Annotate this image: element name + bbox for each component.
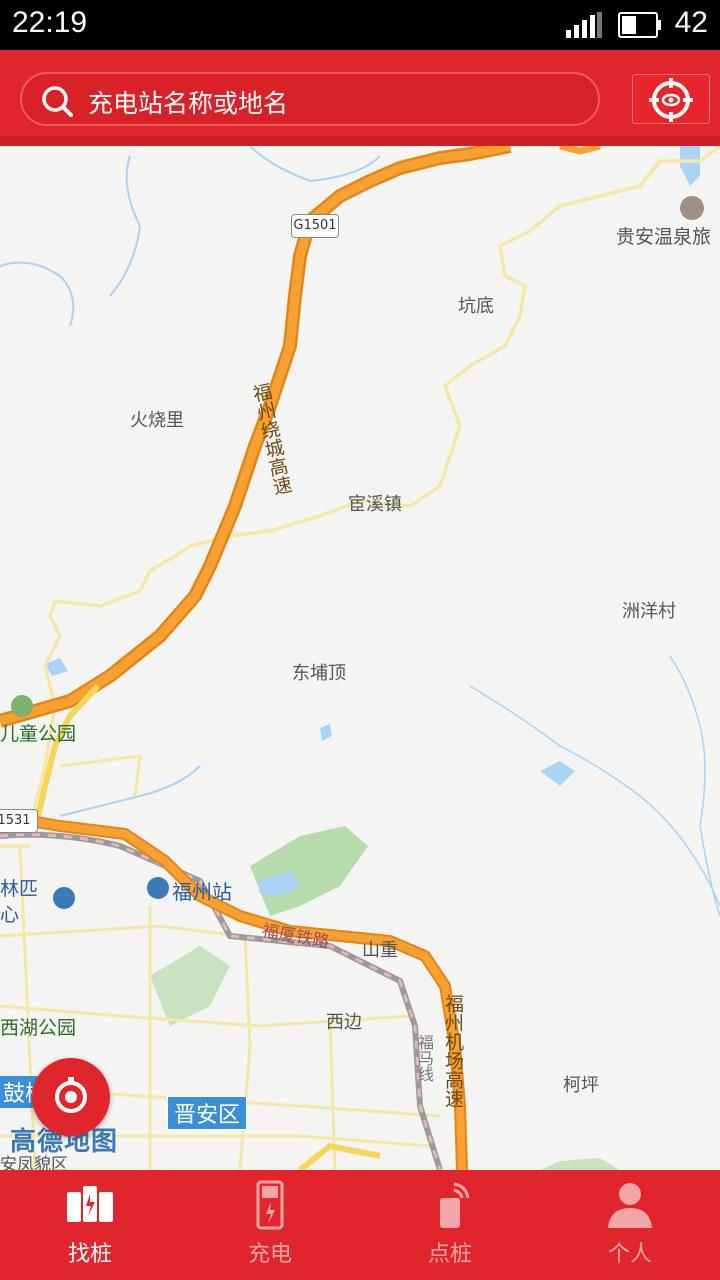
district-label: 晋安区: [167, 1096, 248, 1130]
map-label: 西边: [326, 1012, 362, 1033]
top-bar: 充电站名称或地名: [0, 50, 720, 146]
map-label: 福州站: [172, 880, 232, 904]
map-label: 山重: [362, 940, 398, 961]
search-icon: [42, 86, 73, 117]
road-label: 福州机场高速: [442, 994, 464, 1108]
tab-person[interactable]: 个人: [540, 1170, 720, 1280]
status-bar: 22:19 42: [0, 0, 720, 50]
tab-label: 个人: [607, 1242, 652, 1267]
tab-label: 点桩: [427, 1242, 472, 1267]
shield-text: 1531: [0, 813, 31, 828]
map-label: 贵安温泉旅: [616, 226, 712, 248]
find-pile-icon: [67, 1186, 113, 1222]
tab-point-pile[interactable]: 点桩: [360, 1170, 540, 1280]
clock: 22:19: [12, 6, 88, 39]
map-label: 心: [0, 904, 20, 926]
tab-label: 找桩: [67, 1242, 112, 1267]
header-divider: [0, 136, 720, 146]
scan-button[interactable]: [32, 1058, 110, 1136]
map-label: 林匹: [0, 878, 39, 900]
map-label: 东埔顶: [292, 663, 346, 684]
signal-icon: [566, 12, 602, 38]
tab-find-pile[interactable]: 找桩: [0, 1170, 180, 1280]
point-pile-icon: [440, 1182, 470, 1228]
tab-label: 充电: [247, 1242, 292, 1267]
highway-shield: G1501: [291, 214, 339, 238]
battery-icon: [618, 12, 661, 38]
map-label: 柯坪: [563, 1075, 599, 1096]
tab-charging[interactable]: 充电: [180, 1170, 360, 1280]
highway-shield: 1531: [0, 809, 38, 833]
search-bar[interactable]: 充电站名称或地名: [20, 72, 600, 126]
locate-button[interactable]: [632, 74, 710, 124]
map-label: 儿童公园: [0, 723, 77, 745]
search-placeholder: 充电站名称或地名: [88, 89, 289, 118]
shield-text: G1501: [293, 218, 337, 233]
target-icon: [649, 78, 693, 122]
road-label: 福马线: [415, 1034, 434, 1082]
bottom-tab-bar: 找桩 充电 点桩 个人: [0, 1170, 720, 1280]
map-label: 火烧里: [130, 410, 184, 431]
map-label: 坑底: [458, 296, 494, 317]
map-label: 西湖公园: [0, 1017, 77, 1039]
person-icon: [608, 1183, 652, 1228]
charging-icon: [256, 1180, 284, 1230]
map-label: 宦溪镇: [348, 494, 402, 515]
map-view[interactable]: G1501 1531 贵安温泉旅 坑底 火烧里 宦溪镇 洲洋村 东埔顶 儿童公园…: [0, 146, 720, 1170]
battery-level: 42: [674, 6, 708, 39]
scan-icon: [55, 1077, 87, 1113]
map-label: 洲洋村: [622, 601, 676, 622]
